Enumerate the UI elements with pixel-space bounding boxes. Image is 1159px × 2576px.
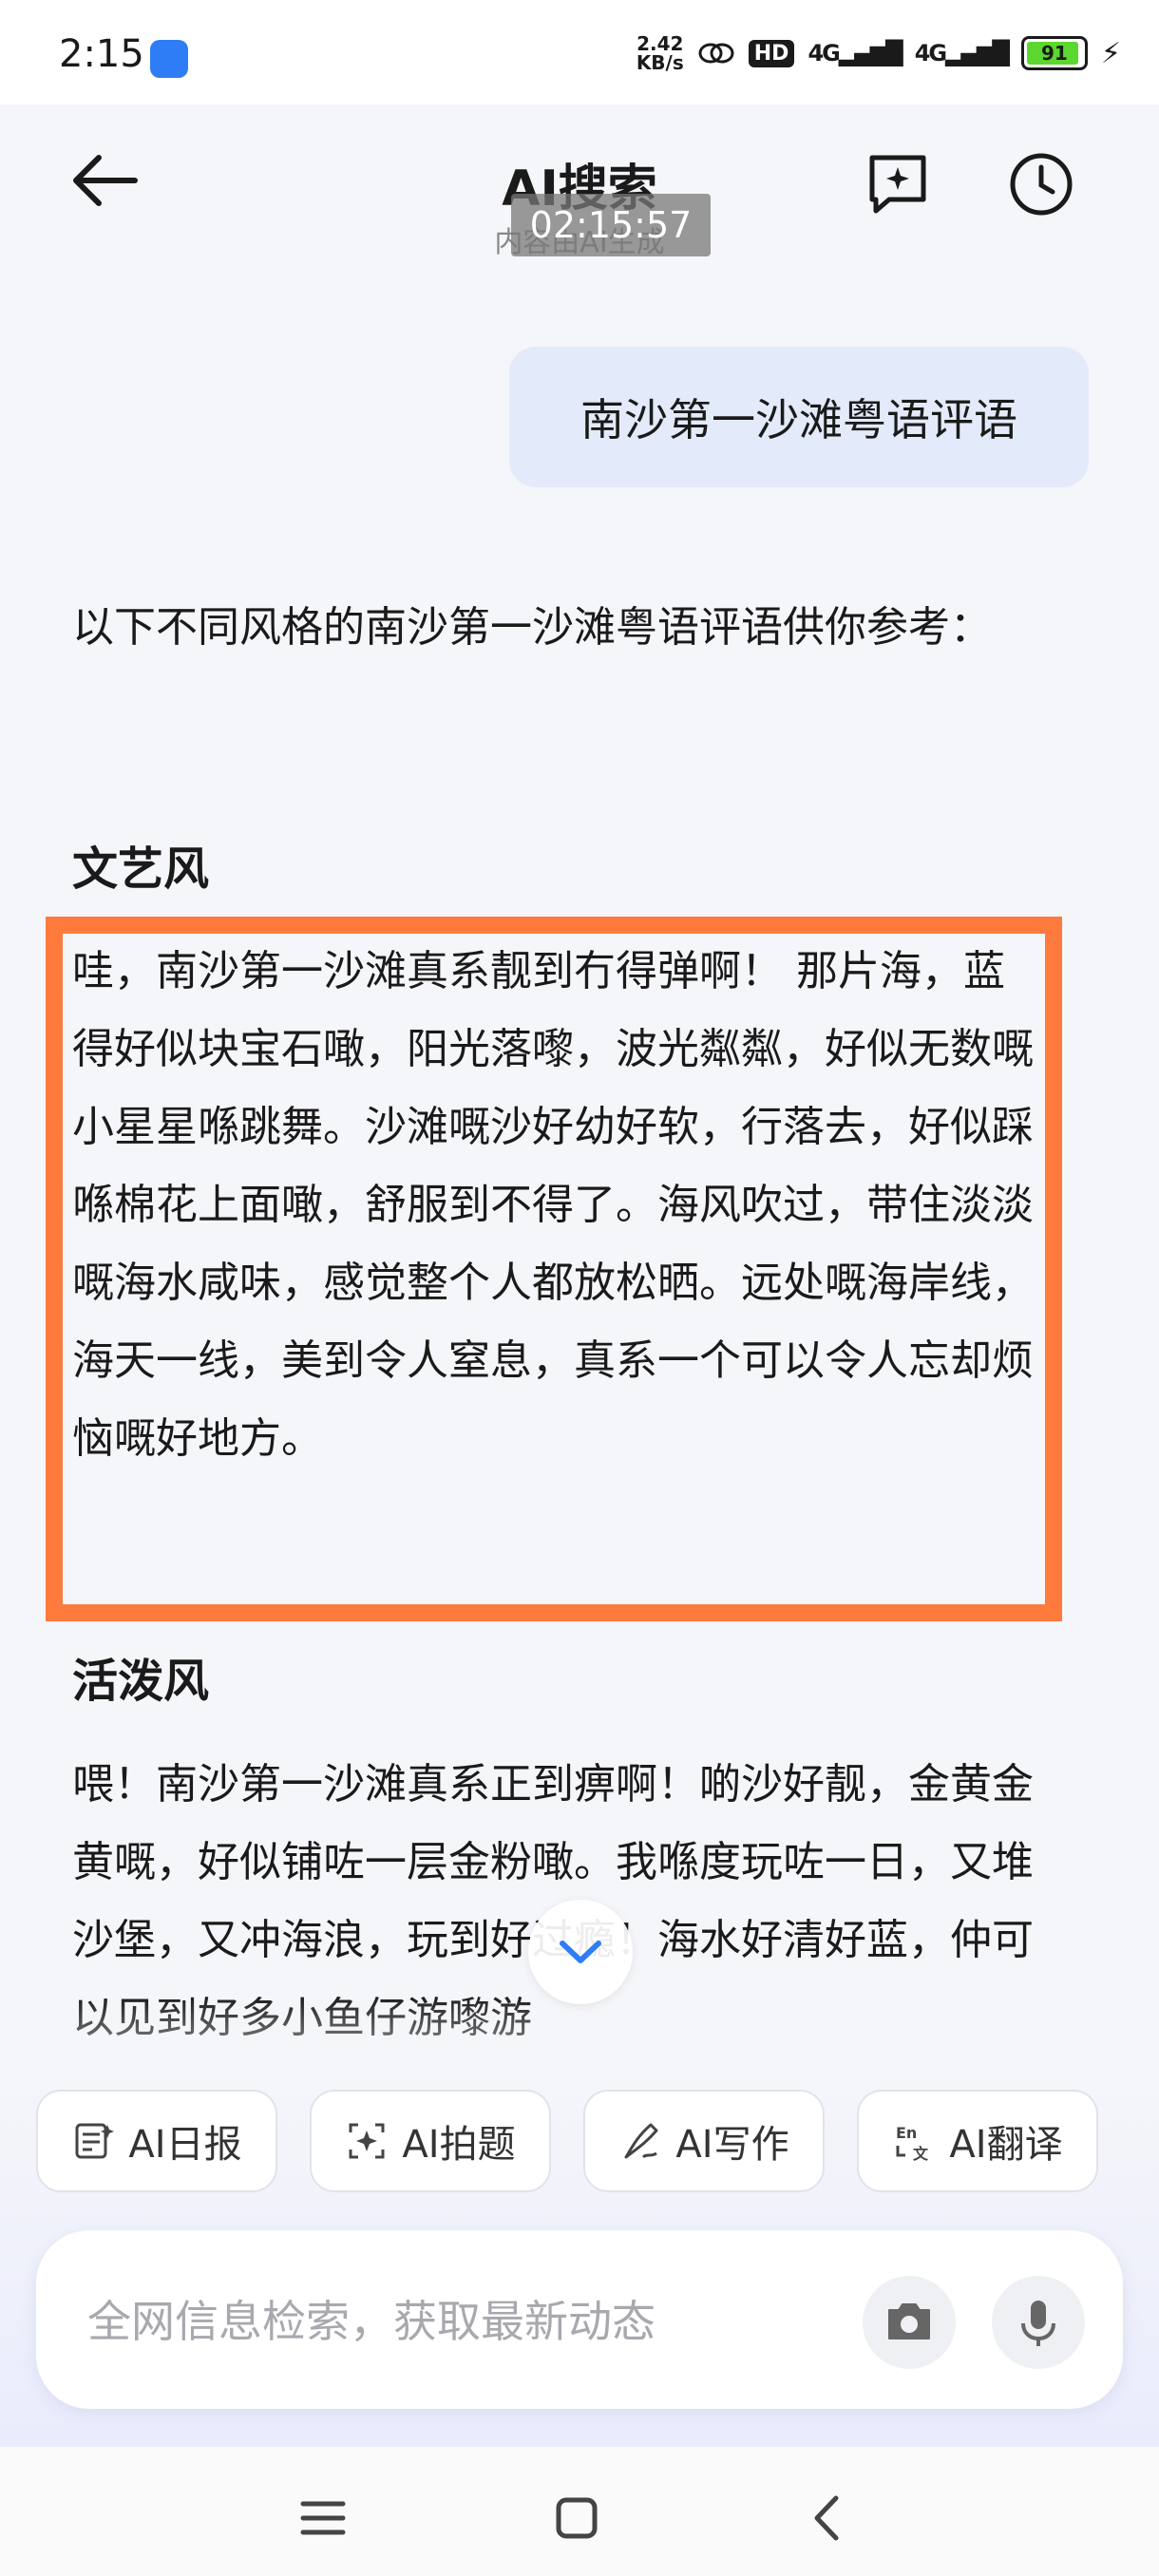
svg-text:En: En (896, 2124, 917, 2142)
recording-timestamp: 02:15:57 (511, 194, 711, 256)
response-intro: 以下不同风格的南沙第一沙滩粤语评语供你参考： (72, 603, 992, 652)
system-navigation-bar (0, 2447, 1159, 2576)
scroll-to-bottom-button[interactable] (528, 1900, 633, 2004)
home-icon[interactable] (543, 2485, 610, 2551)
history-clock-icon[interactable] (1007, 150, 1075, 218)
highlight-annotation-box (46, 917, 1062, 1621)
ai-writing-chip[interactable]: AI写作 (583, 2090, 825, 2192)
battery-level: 91 (1041, 42, 1068, 65)
ai-daily-report-chip[interactable]: AI日报 (36, 2090, 277, 2192)
search-input[interactable] (86, 2289, 830, 2354)
notification-app-icon (150, 40, 188, 78)
chip-label: AI写作 (675, 2123, 789, 2167)
chevron-down-icon (560, 1941, 601, 1963)
chip-label: AI拍题 (402, 2123, 516, 2167)
section-heading: 活泼风 (72, 1655, 210, 1708)
battery-icon: 91 (1020, 36, 1088, 70)
pen-writing-icon (624, 2123, 658, 2159)
signal-icon-2: 4G▂▄▆█ (914, 40, 1010, 66)
status-bar: 2:15 2.42 KB/s HD 4G▂▄▆█ 4G▂▄▆█ 91 ⚡ (0, 0, 1159, 104)
photo-question-icon (349, 2123, 385, 2159)
back-icon[interactable] (796, 2485, 863, 2551)
search-input-bar (36, 2230, 1123, 2409)
signal-icon: 4G▂▄▆█ (808, 40, 902, 66)
link-icon (698, 43, 734, 64)
quick-actions: AI日报 AI拍题 AI写作 En 文 AI翻译 (0, 2090, 1159, 2194)
microphone-icon (1021, 2301, 1055, 2346)
new-chat-icon[interactable] (864, 150, 931, 217)
ai-photo-question-chip[interactable]: AI拍题 (310, 2090, 551, 2192)
voice-input-button[interactable] (992, 2276, 1085, 2369)
daily-report-icon (75, 2123, 115, 2159)
ai-translate-chip[interactable]: En 文 AI翻译 (857, 2090, 1098, 2192)
network-speed: 2.42 KB/s (636, 32, 684, 74)
user-query-bubble[interactable]: 南沙第一沙滩粤语评语 (509, 347, 1089, 487)
chip-label: AI日报 (128, 2123, 242, 2167)
status-time: 2:15 (59, 32, 144, 76)
chip-label: AI翻译 (949, 2123, 1063, 2167)
status-indicators: 2.42 KB/s HD 4G▂▄▆█ 4G▂▄▆█ 91 ⚡ (636, 34, 1121, 72)
menu-icon[interactable] (290, 2485, 356, 2551)
svg-text:文: 文 (913, 2145, 929, 2163)
charging-icon: ⚡ (1100, 36, 1121, 70)
camera-icon (888, 2303, 930, 2339)
camera-button[interactable] (863, 2276, 956, 2369)
section-heading: 文艺风 (72, 843, 210, 896)
hd-voice-badge: HD (748, 39, 795, 67)
translate-icon: En 文 (896, 2124, 929, 2163)
